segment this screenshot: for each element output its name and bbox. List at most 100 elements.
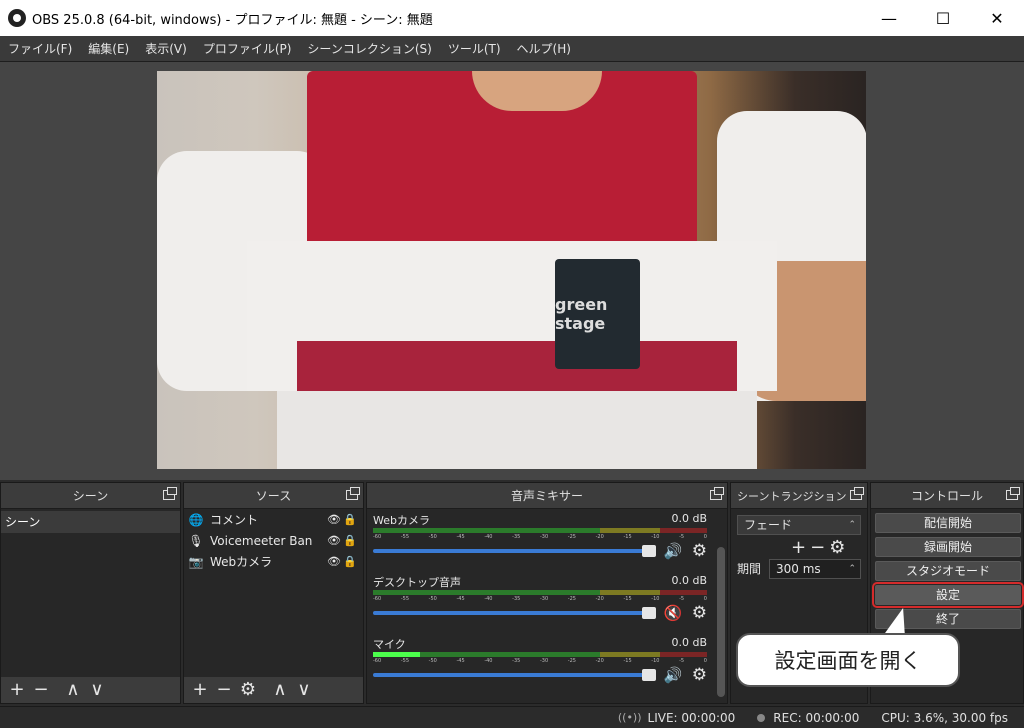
- scale-tick: -50: [428, 534, 437, 540]
- microphone-icon: 🎙: [188, 533, 204, 548]
- scale-tick: -45: [456, 534, 465, 540]
- scenes-panel: シーン シーン + − ∧ ∨: [0, 482, 181, 704]
- undock-icon[interactable]: [710, 487, 724, 500]
- source-item-comment[interactable]: 🌐 コメント 👁 🔒: [184, 509, 363, 530]
- scale-tick: -30: [539, 658, 549, 664]
- eye-icon[interactable]: 👁: [327, 534, 341, 547]
- move-source-down-button[interactable]: ∨: [292, 679, 316, 701]
- scale-tick: -20: [595, 658, 604, 664]
- channel-name: マイク: [373, 638, 406, 651]
- lock-icon[interactable]: 🔒: [343, 534, 357, 547]
- menu-file[interactable]: ファイル(F): [0, 40, 80, 57]
- gear-icon[interactable]: ⚙: [692, 665, 707, 685]
- slider-knob[interactable]: [641, 669, 656, 681]
- preview-area: green stage: [0, 62, 1024, 480]
- start-streaming-button[interactable]: 配信開始: [875, 513, 1021, 533]
- mixer-scrollbar[interactable]: [717, 547, 725, 697]
- minimize-button[interactable]: —: [862, 0, 916, 36]
- scale-tick: -55: [400, 658, 409, 664]
- menu-view[interactable]: 表示(V): [137, 40, 195, 57]
- scale-tick: -40: [484, 596, 493, 602]
- meter-level: [373, 652, 420, 657]
- mixer-header: 音声ミキサー: [367, 483, 727, 509]
- move-scene-down-button[interactable]: ∨: [85, 679, 109, 701]
- duration-label: 期間: [737, 562, 762, 576]
- scale-tick: -55: [400, 534, 409, 540]
- gear-icon[interactable]: ⚙: [692, 541, 707, 561]
- volume-slider[interactable]: [373, 607, 656, 619]
- source-item-voicemeeter[interactable]: 🎙 Voicemeeter Ban 👁 🔒: [184, 530, 363, 551]
- add-scene-button[interactable]: +: [5, 679, 29, 701]
- volume-slider[interactable]: [373, 545, 656, 557]
- add-source-button[interactable]: +: [188, 679, 212, 701]
- scale-tick: -20: [595, 596, 604, 602]
- gear-icon[interactable]: ⚙: [829, 537, 845, 558]
- muted-speaker-icon[interactable]: 🔇: [664, 604, 686, 622]
- volume-slider[interactable]: [373, 669, 656, 681]
- remove-source-button[interactable]: −: [212, 679, 236, 701]
- preview-shirt-bottom: [277, 391, 757, 469]
- lock-icon[interactable]: 🔒: [343, 513, 357, 526]
- scale-tick: -20: [595, 534, 604, 540]
- scale-tick: -10: [651, 658, 660, 664]
- maximize-button[interactable]: ☐: [916, 0, 970, 36]
- source-properties-button[interactable]: ⚙: [236, 679, 260, 701]
- scale-tick: -35: [512, 534, 521, 540]
- transitions-title: シーントランジション: [737, 489, 847, 503]
- channel-db: 0.0 dB: [671, 512, 707, 525]
- scale-tick: -55: [400, 596, 409, 602]
- gear-icon[interactable]: ⚙: [692, 603, 707, 623]
- close-button[interactable]: ✕: [970, 0, 1024, 36]
- remove-transition-button[interactable]: −: [810, 537, 825, 558]
- menu-bar: ファイル(F) 編集(E) 表示(V) プロファイル(P) シーンコレクション(…: [0, 36, 1024, 62]
- scale-tick: -5: [679, 658, 685, 664]
- speaker-icon[interactable]: 🔊: [664, 542, 686, 560]
- move-scene-up-button[interactable]: ∧: [61, 679, 85, 701]
- undock-icon[interactable]: [1006, 487, 1020, 500]
- menu-profile[interactable]: プロファイル(P): [195, 40, 300, 57]
- start-recording-button[interactable]: 録画開始: [875, 537, 1021, 557]
- channel-name: Webカメラ: [373, 514, 430, 527]
- add-transition-button[interactable]: +: [791, 537, 806, 558]
- scenes-toolbar: + − ∧ ∨: [1, 677, 180, 703]
- scale-tick: -15: [623, 534, 632, 540]
- lock-icon[interactable]: 🔒: [343, 555, 357, 568]
- slider-knob[interactable]: [641, 545, 656, 557]
- scale-tick: -45: [456, 596, 465, 602]
- remove-scene-button[interactable]: −: [29, 679, 53, 701]
- sources-panel: ソース 🌐 コメント 👁 🔒 🎙 Voicemeeter Ban 👁 🔒 📷 W…: [183, 482, 364, 704]
- eye-icon[interactable]: 👁: [327, 555, 341, 568]
- transition-select[interactable]: フェード ⌃: [737, 515, 861, 535]
- volume-meter: [373, 528, 707, 533]
- undock-icon[interactable]: [163, 487, 177, 500]
- settings-button[interactable]: 設定: [872, 582, 1024, 608]
- eye-icon[interactable]: 👁: [327, 513, 341, 526]
- source-label: Voicemeeter Ban: [210, 533, 313, 548]
- source-label: Webカメラ: [210, 555, 273, 569]
- scenes-header: シーン: [1, 483, 180, 509]
- meter-scale: -60 -55 -50 -45 -40 -35 -30 -25 -20 -15 -10 -5 0: [373, 658, 707, 666]
- menu-help[interactable]: ヘルプ(H): [509, 40, 579, 57]
- scene-item[interactable]: シーン: [1, 511, 180, 533]
- undock-icon[interactable]: [346, 487, 360, 500]
- duration-value: 300 ms: [776, 562, 821, 576]
- video-preview[interactable]: green stage: [157, 71, 866, 469]
- cpu-status: CPU: 3.6%, 30.00 fps: [881, 710, 1008, 725]
- menu-tools[interactable]: ツール(T): [440, 40, 509, 57]
- slider-knob[interactable]: [641, 607, 656, 619]
- mixer-channel-mic: マイク 0.0 dB -60 -55 -50 -45 -40 -35 -30 -25 -20 -1…: [367, 636, 713, 696]
- scale-tick: -35: [512, 658, 521, 664]
- studio-mode-button[interactable]: スタジオモード: [875, 561, 1021, 581]
- scale-tick: -45: [456, 658, 465, 664]
- speaker-icon[interactable]: 🔊: [664, 666, 686, 684]
- scale-tick: -10: [651, 596, 660, 602]
- title-bar: OBS 25.0.8 (64-bit, windows) - プロファイル: 無…: [0, 0, 1024, 36]
- undock-icon[interactable]: [850, 487, 864, 500]
- scale-tick: -15: [623, 596, 632, 602]
- source-item-webcam[interactable]: 📷 Webカメラ 👁 🔒: [184, 551, 363, 572]
- menu-scene-collection[interactable]: シーンコレクション(S): [299, 40, 439, 57]
- menu-edit[interactable]: 編集(E): [80, 40, 137, 57]
- move-source-up-button[interactable]: ∧: [268, 679, 292, 701]
- spin-icon[interactable]: ⌃: [848, 560, 856, 578]
- duration-input[interactable]: 300 ms ⌃: [769, 559, 861, 579]
